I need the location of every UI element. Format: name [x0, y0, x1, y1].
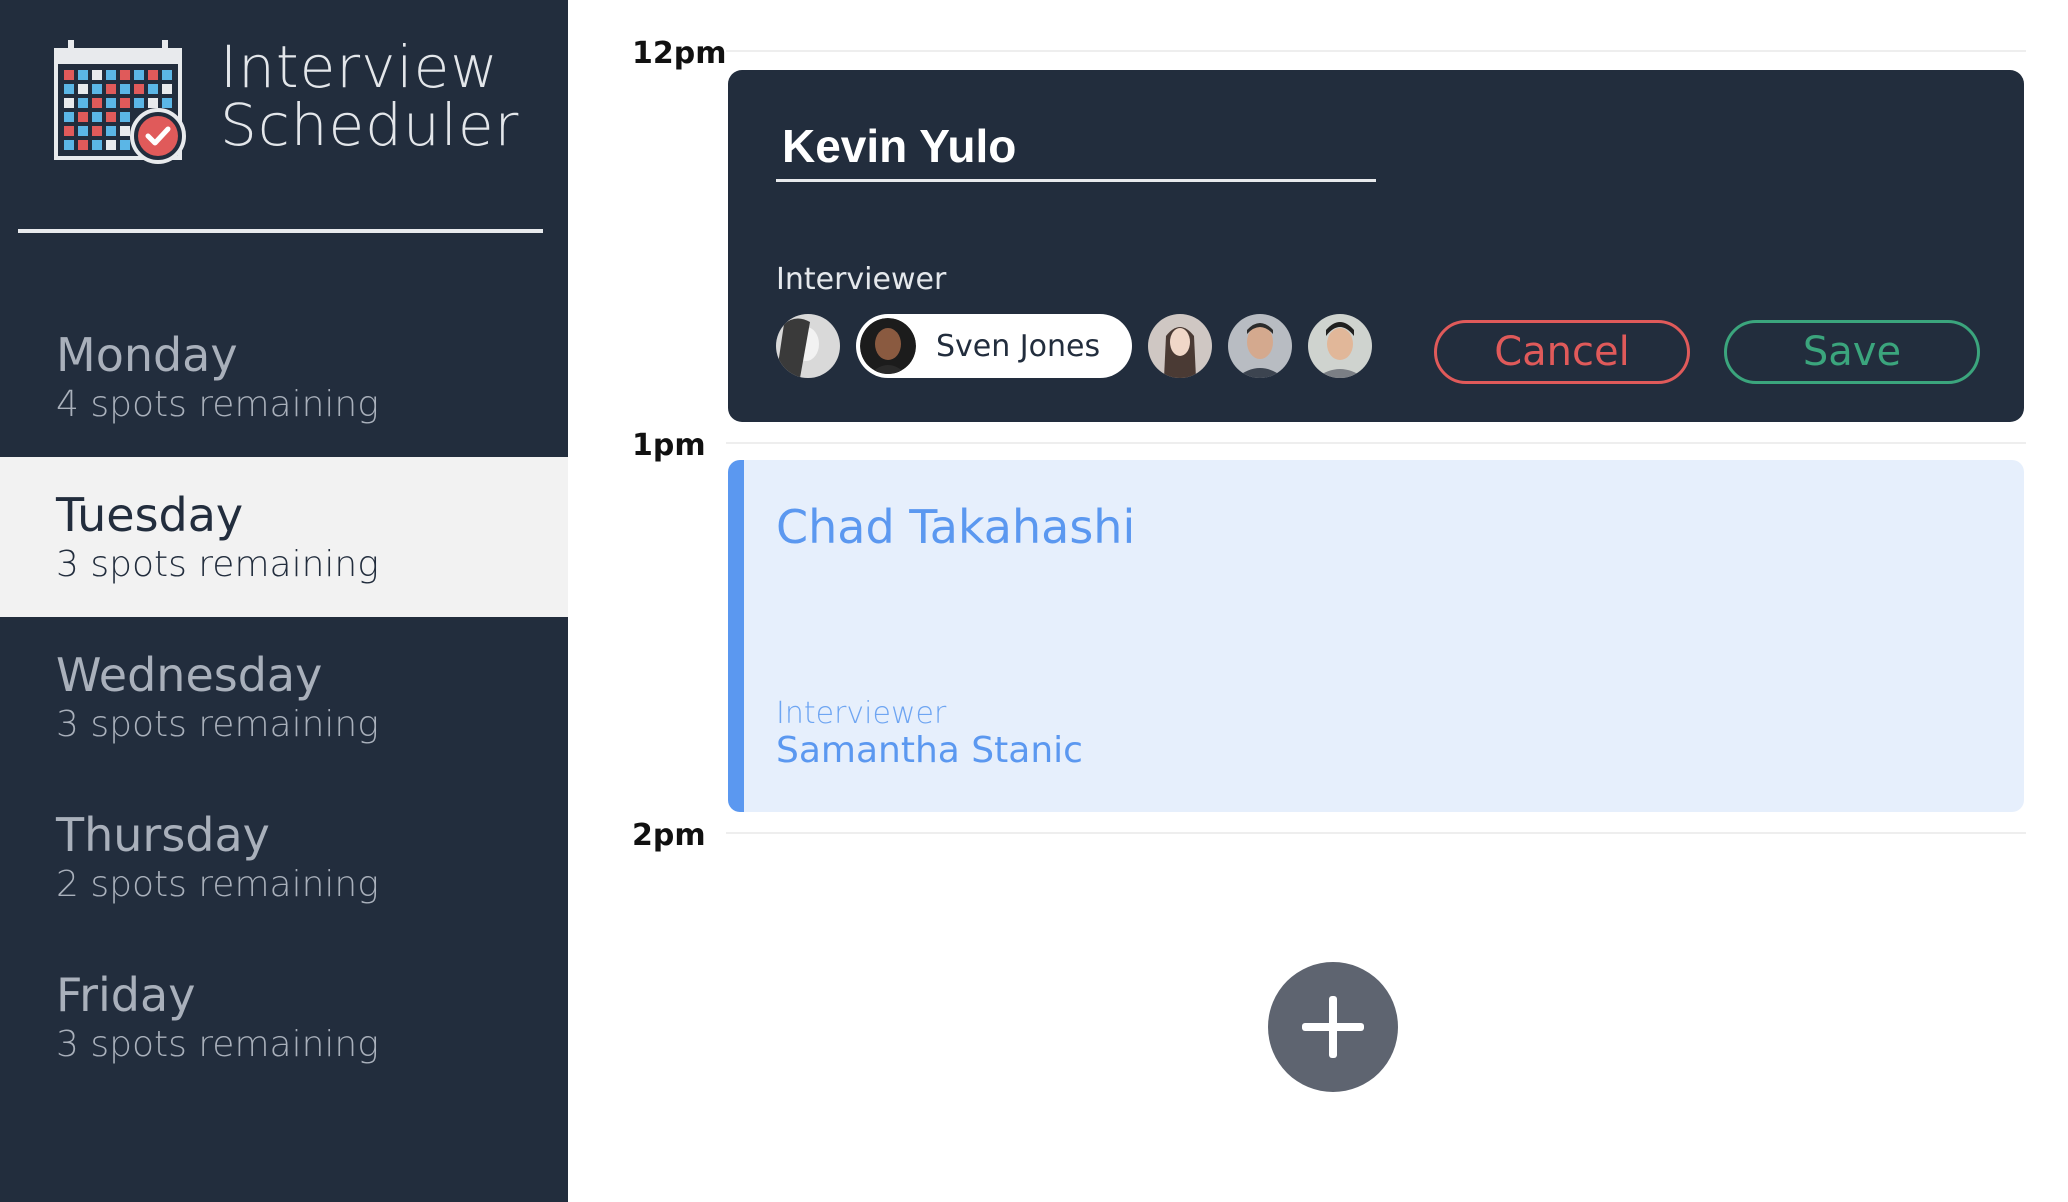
- person-photo-icon: [1308, 314, 1373, 378]
- interviewer-avatar: [860, 318, 916, 374]
- day-list: Monday 4 spots remaining Tuesday 3 spots…: [0, 297, 568, 1097]
- sidebar-divider: [18, 229, 543, 233]
- app-title-line1: Interview: [220, 33, 499, 101]
- hour-divider: [726, 832, 2026, 834]
- day-item-tuesday[interactable]: Tuesday 3 spots remaining: [0, 457, 568, 617]
- time-label-1pm: 1pm: [632, 428, 706, 463]
- time-label-12pm: 12pm: [632, 36, 727, 71]
- hour-divider: [726, 442, 2026, 444]
- day-name: Wednesday: [56, 648, 323, 702]
- day-name: Thursday: [56, 808, 270, 862]
- day-item-thursday[interactable]: Thursday 2 spots remaining: [0, 777, 568, 937]
- person-photo-icon: [776, 314, 840, 378]
- hour-divider: [726, 50, 2026, 52]
- plus-icon: [1302, 996, 1364, 1058]
- person-photo-icon: [1228, 314, 1293, 378]
- student-name: Chad Takahashi: [776, 500, 1136, 554]
- day-name: Tuesday: [56, 488, 244, 542]
- brand: Interview Scheduler: [54, 38, 519, 168]
- person-photo-icon: [1148, 314, 1213, 378]
- app-title: Interview Scheduler: [220, 38, 519, 154]
- day-name: Monday: [56, 328, 238, 382]
- interviewer-avatar[interactable]: [1148, 314, 1213, 378]
- interviewer-label: Interviewer: [776, 696, 947, 731]
- day-item-wednesday[interactable]: Wednesday 3 spots remaining: [0, 617, 568, 777]
- interviewer-list: Sven Jones: [776, 314, 1388, 378]
- interviewer-avatar[interactable]: [1228, 314, 1293, 378]
- save-button[interactable]: Save: [1724, 320, 1980, 384]
- day-name: Friday: [56, 968, 196, 1022]
- schedule: 12pm Interviewer Sve: [568, 0, 2068, 1202]
- appointment-form: Interviewer Sven Jones: [728, 70, 2024, 422]
- interviewer-avatar[interactable]: [776, 314, 840, 378]
- day-spots: 3 spots remaining: [56, 544, 379, 585]
- day-item-friday[interactable]: Friday 3 spots remaining: [0, 937, 568, 1097]
- interviewer-avatar[interactable]: [1308, 314, 1373, 378]
- day-item-monday[interactable]: Monday 4 spots remaining: [0, 297, 568, 457]
- sidebar: Interview Scheduler Monday 4 spots remai…: [0, 0, 568, 1202]
- interviewer-name: Samantha Stanic: [776, 730, 1083, 771]
- day-spots: 4 spots remaining: [56, 384, 379, 425]
- day-spots: 2 spots remaining: [56, 864, 379, 905]
- app-title-line2: Scheduler: [220, 91, 520, 159]
- appointment-card[interactable]: Chad Takahashi Interviewer Samantha Stan…: [728, 460, 2024, 812]
- calendar-check-icon: [54, 40, 186, 164]
- time-label-2pm: 2pm: [632, 818, 706, 853]
- person-photo-icon: [860, 318, 916, 374]
- day-spots: 3 spots remaining: [56, 1024, 379, 1065]
- add-appointment-button[interactable]: [1268, 962, 1398, 1092]
- interviewer-label: Interviewer: [776, 262, 947, 297]
- interviewer-selected-chip[interactable]: Sven Jones: [856, 314, 1133, 378]
- student-name-input[interactable]: [776, 112, 1376, 182]
- cancel-button[interactable]: Cancel: [1434, 320, 1690, 384]
- day-spots: 3 spots remaining: [56, 704, 379, 745]
- interviewer-name: Sven Jones: [936, 328, 1101, 364]
